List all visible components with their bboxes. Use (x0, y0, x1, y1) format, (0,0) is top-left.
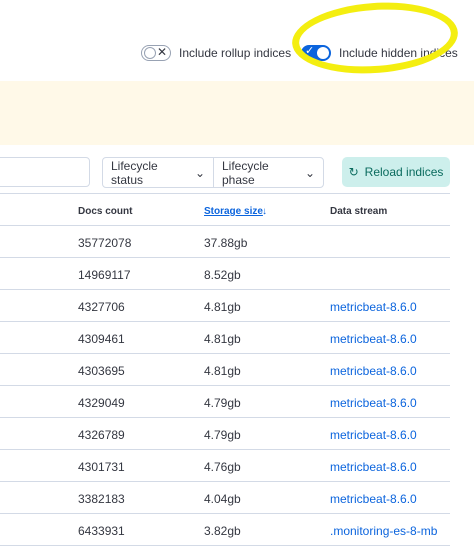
column-header-data-stream[interactable]: Data stream (330, 206, 387, 217)
lifecycle-phase-label: Lifecycle phase (222, 158, 269, 187)
column-header-docs-count[interactable]: Docs count (78, 206, 132, 217)
row-divider (0, 385, 450, 386)
storage-size-header-label: Storage size (204, 206, 263, 217)
row-divider (0, 449, 450, 450)
data-stream-link[interactable]: .monitoring-es-8-mb (330, 524, 437, 538)
docs-count-cell: 4327706 (78, 300, 125, 314)
docs-count-cell: 4326789 (78, 428, 125, 442)
rollup-toggle[interactable]: ✕ (141, 45, 171, 61)
row-divider (0, 289, 450, 290)
lifecycle-status-filter[interactable]: Lifecycle status ⌄ (103, 158, 214, 187)
data-stream-link[interactable]: metricbeat-8.6.0 (330, 460, 417, 474)
yellow-marker-highlight (289, 0, 461, 79)
storage-size-cell: 4.81gb (204, 300, 241, 314)
storage-size-cell: 4.81gb (204, 332, 241, 346)
row-divider (0, 353, 450, 354)
row-divider (0, 321, 450, 322)
filter-group: Lifecycle status ⌄ Lifecycle phase ⌄ (102, 157, 324, 188)
search-input[interactable] (0, 157, 90, 187)
row-divider (0, 481, 450, 482)
reload-button-label: Reload indices (364, 165, 444, 179)
storage-size-cell: 8.52gb (204, 268, 241, 282)
storage-size-cell: 4.81gb (204, 364, 241, 378)
row-divider (0, 417, 450, 418)
callout-banner (0, 81, 474, 145)
data-stream-link[interactable]: metricbeat-8.6.0 (330, 492, 417, 506)
table-top-border (0, 193, 450, 194)
data-stream-link[interactable]: metricbeat-8.6.0 (330, 396, 417, 410)
lifecycle-phase-filter[interactable]: Lifecycle phase ⌄ (214, 158, 323, 187)
toggle-knob (144, 47, 156, 59)
storage-size-cell: 4.79gb (204, 396, 241, 410)
row-divider (0, 257, 450, 258)
data-stream-link[interactable]: metricbeat-8.6.0 (330, 300, 417, 314)
storage-size-cell: 37.88gb (204, 236, 248, 250)
header-divider (0, 225, 450, 226)
reload-indices-button[interactable]: ↻ Reload indices (342, 157, 450, 187)
docs-count-cell: 4303695 (78, 364, 125, 378)
arrow-down-icon: ↓ (262, 206, 267, 217)
docs-count-cell: 35772078 (78, 236, 132, 250)
docs-count-cell: 4301731 (78, 460, 125, 474)
storage-size-cell: 4.04gb (204, 492, 241, 506)
storage-size-cell: 4.76gb (204, 460, 241, 474)
docs-count-cell: 4329049 (78, 396, 125, 410)
rollup-toggle-label: Include rollup indices (179, 46, 292, 60)
docs-count-cell: 4309461 (78, 332, 125, 346)
data-stream-link[interactable]: metricbeat-8.6.0 (330, 332, 417, 346)
column-header-storage-size[interactable]: Storage size (204, 206, 263, 217)
storage-size-cell: 3.82gb (204, 524, 241, 538)
chevron-down-icon: ⌄ (304, 165, 315, 180)
cross-icon: ✕ (156, 45, 167, 59)
data-stream-link[interactable]: metricbeat-8.6.0 (330, 364, 417, 378)
row-divider (0, 545, 450, 546)
docs-count-cell: 6433931 (78, 524, 125, 538)
chevron-down-icon: ⌄ (194, 165, 205, 180)
lifecycle-status-label: Lifecycle status (111, 158, 158, 187)
docs-count-cell: 14969117 (78, 268, 131, 282)
storage-size-cell: 4.79gb (204, 428, 241, 442)
row-divider (0, 513, 450, 514)
refresh-icon: ↻ (348, 165, 359, 179)
docs-count-cell: 3382183 (78, 492, 125, 506)
data-stream-link[interactable]: metricbeat-8.6.0 (330, 428, 417, 442)
